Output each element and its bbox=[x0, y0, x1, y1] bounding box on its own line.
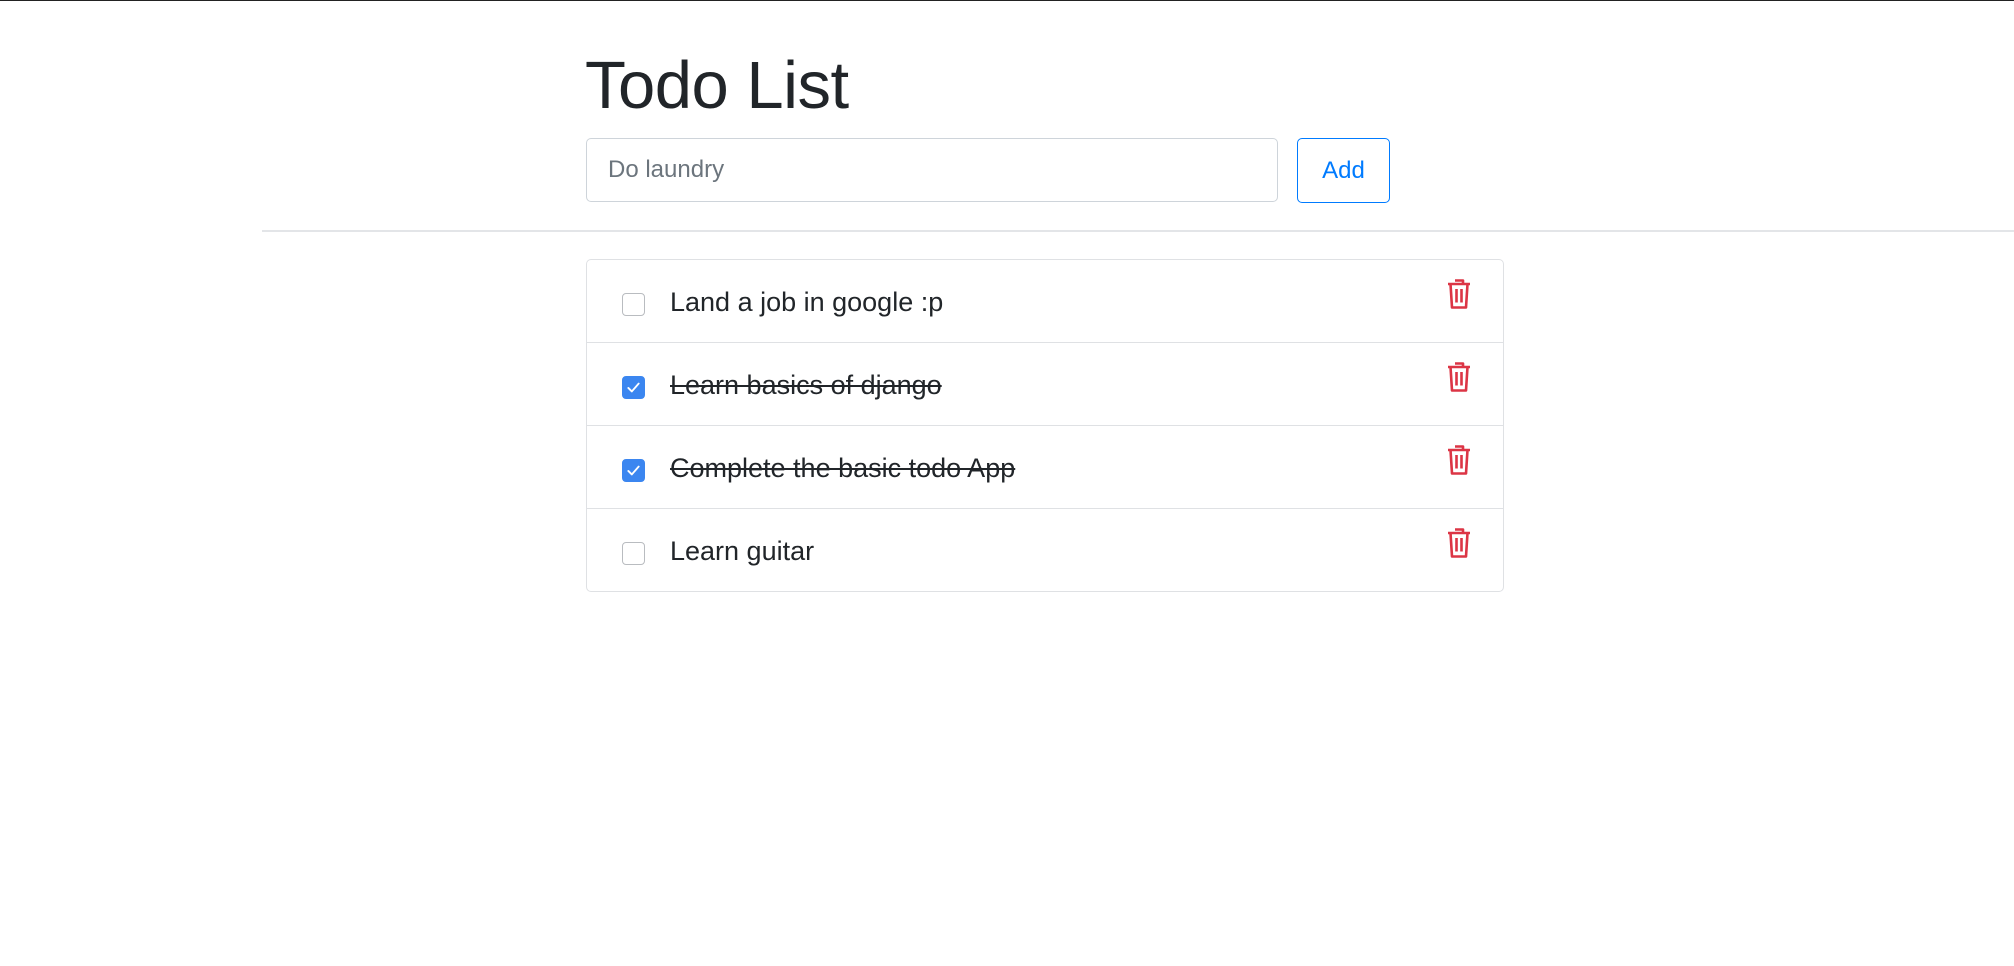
todo-checkbox[interactable] bbox=[622, 376, 645, 399]
todo-item: Learn basics of django bbox=[587, 343, 1503, 426]
todo-list: Land a job in google :p Learn basics of … bbox=[586, 259, 1504, 592]
new-todo-input[interactable] bbox=[586, 138, 1278, 202]
todo-checkbox[interactable] bbox=[622, 542, 645, 565]
page-title: Todo List bbox=[585, 48, 849, 123]
todo-checkbox[interactable] bbox=[622, 459, 645, 482]
add-button[interactable]: Add bbox=[1297, 138, 1390, 203]
window-top-border bbox=[0, 0, 2014, 1]
todo-item: Complete the basic todo App bbox=[587, 426, 1503, 509]
todo-item: Land a job in google :p bbox=[587, 260, 1503, 343]
checkmark-icon bbox=[627, 382, 640, 393]
divider bbox=[262, 230, 2014, 232]
todo-label: Complete the basic todo App bbox=[670, 453, 1016, 483]
trash-icon[interactable] bbox=[1447, 445, 1471, 475]
todo-checkbox[interactable] bbox=[622, 293, 645, 316]
todo-label: Land a job in google :p bbox=[670, 287, 944, 317]
todo-label: Learn basics of django bbox=[670, 370, 942, 400]
trash-icon[interactable] bbox=[1447, 528, 1471, 558]
trash-icon[interactable] bbox=[1447, 362, 1471, 392]
trash-icon[interactable] bbox=[1447, 279, 1471, 309]
todo-label: Learn guitar bbox=[670, 536, 815, 566]
todo-item: Learn guitar bbox=[587, 509, 1503, 591]
checkmark-icon bbox=[627, 465, 640, 476]
